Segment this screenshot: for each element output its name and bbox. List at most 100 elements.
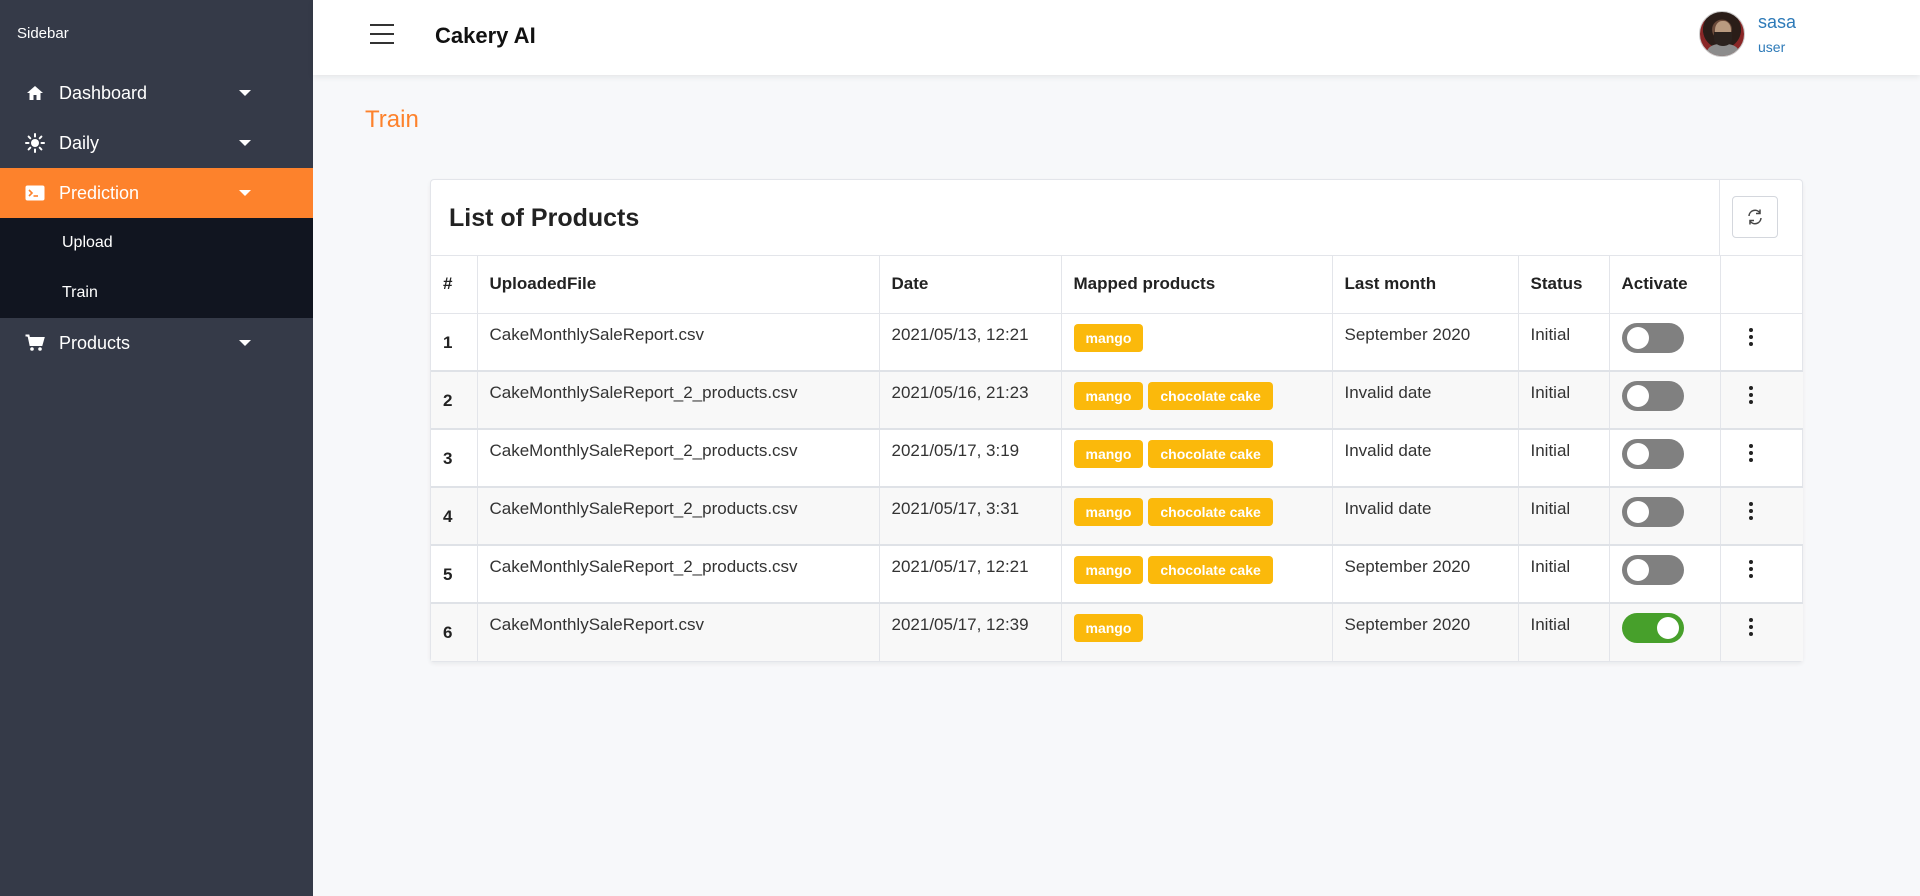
app-title: Cakery AI <box>435 23 536 48</box>
upload-date: 2021/05/17, 3:31 <box>879 487 1062 545</box>
products-table: # UploadedFile Date Mapped products Last… <box>431 256 1803 661</box>
row-number: 2 <box>431 371 478 429</box>
mapped-products: mango <box>1061 603 1333 661</box>
product-badge: mango <box>1073 498 1144 526</box>
more-options-icon[interactable] <box>1748 444 1755 462</box>
more-options-icon[interactable] <box>1748 502 1755 520</box>
status: Initial <box>1518 371 1610 429</box>
product-badge: mango <box>1073 323 1144 352</box>
status: Initial <box>1518 429 1610 487</box>
last-month: Invalid date <box>1332 429 1519 487</box>
product-badge: chocolate cake <box>1148 440 1273 468</box>
sun-icon <box>25 133 45 153</box>
activate-cell <box>1609 603 1721 661</box>
upload-date: 2021/05/17, 3:19 <box>879 429 1062 487</box>
actions-cell <box>1720 487 1803 545</box>
uploaded-file: CakeMonthlySaleReport_2_products.csv <box>477 429 880 487</box>
actions-cell <box>1720 603 1803 661</box>
mapped-products: mango chocolate cake <box>1061 429 1333 487</box>
sidebar-item-daily[interactable]: Daily <box>0 118 313 168</box>
upload-date: 2021/05/16, 21:23 <box>879 371 1062 429</box>
user-name[interactable]: sasa <box>1758 12 1796 33</box>
menu-toggle-icon[interactable] <box>370 24 394 46</box>
activate-cell <box>1609 487 1721 545</box>
more-options-icon[interactable] <box>1748 327 1755 346</box>
column-header: Activate <box>1609 256 1721 313</box>
submenu-item-upload[interactable]: Upload <box>0 218 313 268</box>
sidebar-item-label: Prediction <box>59 182 140 203</box>
activate-cell <box>1609 429 1721 487</box>
status: Initial <box>1518 545 1610 603</box>
caret-down-icon <box>239 190 251 196</box>
top-header: Cakery AI sasa user <box>313 0 1920 75</box>
activate-toggle[interactable] <box>1621 613 1684 643</box>
caret-down-icon <box>239 140 251 146</box>
activate-toggle[interactable] <box>1621 555 1684 585</box>
sidebar: Sidebar Dashboard Daily Prediction Uploa… <box>0 0 313 896</box>
caret-down-icon <box>239 90 251 96</box>
sidebar-item-label: Products <box>59 332 131 353</box>
sidebar-item-label: Dashboard <box>59 82 148 103</box>
uploaded-file: CakeMonthlySaleReport.csv <box>477 603 880 661</box>
caret-down-icon <box>239 340 251 346</box>
column-header: Status <box>1518 256 1610 313</box>
sidebar-item-dashboard[interactable]: Dashboard <box>0 68 313 118</box>
products-card: List of Products # UploadedFile Date Map… <box>430 179 1803 662</box>
card-title: List of Products <box>449 204 640 232</box>
activate-toggle[interactable] <box>1621 497 1684 527</box>
upload-date: 2021/05/13, 12:21 <box>879 313 1062 371</box>
sidebar-item-label: Daily <box>59 132 100 153</box>
terminal-icon <box>25 183 45 203</box>
refresh-icon <box>1748 209 1762 225</box>
product-badge: mango <box>1073 382 1144 410</box>
activate-toggle[interactable] <box>1621 439 1684 469</box>
table-row: 5 CakeMonthlySaleReport_2_products.csv 2… <box>431 545 1803 603</box>
product-badge: mango <box>1073 440 1144 468</box>
uploaded-file: CakeMonthlySaleReport_2_products.csv <box>477 371 880 429</box>
more-options-icon[interactable] <box>1748 618 1755 636</box>
mapped-products: mango chocolate cake <box>1061 371 1333 429</box>
mapped-products: mango chocolate cake <box>1061 545 1333 603</box>
more-options-icon[interactable] <box>1748 560 1755 578</box>
row-number: 4 <box>431 487 478 545</box>
product-badge: mango <box>1073 556 1144 584</box>
column-header: Mapped products <box>1061 256 1333 313</box>
sidebar-item-prediction[interactable]: Prediction <box>0 168 313 218</box>
table-body: 1 CakeMonthlySaleReport.csv 2021/05/13, … <box>431 313 1803 661</box>
actions-cell <box>1720 429 1803 487</box>
home-icon <box>25 83 45 103</box>
card-header: List of Products <box>431 180 1802 256</box>
table-row: 4 CakeMonthlySaleReport_2_products.csv 2… <box>431 487 1803 545</box>
status: Initial <box>1518 313 1610 371</box>
activate-cell <box>1609 545 1721 603</box>
activate-toggle[interactable] <box>1621 381 1684 411</box>
last-month: September 2020 <box>1332 603 1519 661</box>
column-header: Last month <box>1332 256 1519 313</box>
row-number: 5 <box>431 545 478 603</box>
user-role: user <box>1758 39 1786 55</box>
upload-date: 2021/05/17, 12:39 <box>879 603 1062 661</box>
activate-toggle[interactable] <box>1621 322 1684 353</box>
table-row: 1 CakeMonthlySaleReport.csv 2021/05/13, … <box>431 313 1803 371</box>
product-badge: chocolate cake <box>1148 498 1273 526</box>
activate-cell <box>1609 313 1721 371</box>
uploaded-file: CakeMonthlySaleReport.csv <box>477 313 880 371</box>
table-row: 3 CakeMonthlySaleReport_2_products.csv 2… <box>431 429 1803 487</box>
page-title: Train <box>365 106 419 133</box>
sidebar-item-products[interactable]: Products <box>0 318 313 368</box>
last-month: Invalid date <box>1332 487 1519 545</box>
cart-icon <box>25 333 45 353</box>
last-month: Invalid date <box>1332 371 1519 429</box>
column-header: # <box>431 256 478 313</box>
actions-cell <box>1720 545 1803 603</box>
product-badge: mango <box>1073 614 1144 642</box>
submenu-item-train[interactable]: Train <box>0 268 313 318</box>
more-options-icon[interactable] <box>1748 386 1755 404</box>
activate-cell <box>1609 371 1721 429</box>
refresh-button[interactable] <box>1732 196 1778 238</box>
status: Initial <box>1518 603 1610 661</box>
table-row: 6 CakeMonthlySaleReport.csv 2021/05/17, … <box>431 603 1803 661</box>
prediction-submenu: Upload Train <box>0 218 313 318</box>
avatar[interactable] <box>1699 11 1745 57</box>
row-number: 3 <box>431 429 478 487</box>
